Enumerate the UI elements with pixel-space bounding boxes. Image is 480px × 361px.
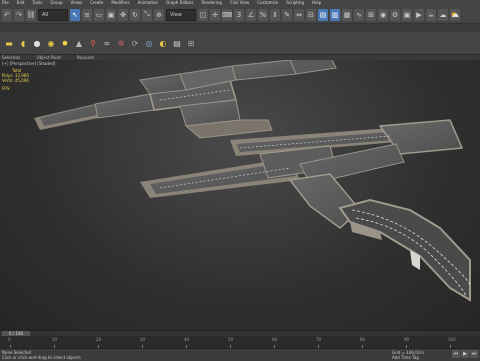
render-iterative-icon[interactable]: ☕ bbox=[426, 8, 436, 21]
snap-toggle-icon[interactable]: 3 bbox=[234, 8, 244, 21]
modifier-icon[interactable]: ⟳ bbox=[130, 38, 140, 48]
select-object-icon[interactable]: ↖ bbox=[70, 8, 80, 21]
system-icon[interactable]: ✲ bbox=[116, 38, 126, 48]
teapot-icon[interactable]: ◉ bbox=[46, 38, 56, 48]
scale-icon[interactable]: ⤡ bbox=[142, 8, 152, 21]
mirror-icon[interactable]: ⇔ bbox=[294, 8, 304, 21]
prompt-hint: Click or click-and-drag to select object… bbox=[2, 355, 81, 360]
status-bar: None Selected Click or click-and-drag to… bbox=[0, 348, 480, 361]
ribbon-toggle-icon[interactable]: ▦ bbox=[342, 8, 352, 21]
material-editor-icon[interactable]: ◉ bbox=[378, 8, 388, 21]
named-selection-icon[interactable]: ✎ bbox=[282, 8, 292, 21]
layer-explorer-icon[interactable]: ▥ bbox=[330, 8, 340, 21]
render-icon[interactable]: ▶ bbox=[414, 8, 424, 21]
spinner-snap-icon[interactable]: ⇕ bbox=[270, 8, 280, 21]
play-icon[interactable]: ▶ bbox=[461, 350, 469, 358]
undo-icon[interactable]: ↶ bbox=[2, 8, 12, 21]
upper-road-segment[interactable] bbox=[34, 60, 337, 139]
goto-start-icon[interactable]: ⏮ bbox=[452, 350, 460, 358]
main-toolbar: ↶ ↷ ⛓ All ↖ ≡ ▭ ▣ ✥ ↻ ⤡ ⊕ View ◫ ✛ ⌨ 3 ∠… bbox=[0, 6, 480, 24]
render-setup-icon[interactable]: ⚙ bbox=[390, 8, 400, 21]
link-icon[interactable]: ⛓ bbox=[26, 8, 36, 21]
material-icon[interactable]: ⊞ bbox=[186, 38, 196, 48]
window-crossing-icon[interactable]: ▣ bbox=[106, 8, 116, 21]
sphere-icon[interactable]: ● bbox=[32, 38, 42, 48]
timeline-tick-label: 60 bbox=[272, 337, 278, 342]
redo-icon[interactable]: ↷ bbox=[14, 8, 24, 21]
secondary-toolbar bbox=[0, 24, 480, 32]
display-icon[interactable]: ◎ bbox=[144, 38, 154, 48]
camera-icon[interactable]: ▲ bbox=[74, 38, 84, 48]
keyboard-shortcut-icon[interactable]: ⌨ bbox=[222, 8, 232, 21]
angle-snap-icon[interactable]: ∠ bbox=[246, 8, 256, 21]
rect-selection-icon[interactable]: ▭ bbox=[94, 8, 104, 21]
playback-controls: ⏮ ▶ ⏭ bbox=[452, 350, 478, 358]
space-warp-icon[interactable]: ≈ bbox=[102, 38, 112, 48]
pivot-icon[interactable]: ◫ bbox=[198, 8, 208, 21]
reference-coordinate-dropdown[interactable]: View bbox=[166, 8, 196, 21]
selection-filter-dropdown[interactable]: All bbox=[38, 8, 68, 21]
curve-editor-icon[interactable]: ∿ bbox=[354, 8, 364, 21]
road-network-model[interactable] bbox=[0, 60, 480, 330]
select-manipulate-icon[interactable]: ✛ bbox=[210, 8, 220, 21]
place-icon[interactable]: ⊕ bbox=[154, 8, 164, 21]
box-icon[interactable]: ▬ bbox=[4, 38, 14, 48]
helper-icon[interactable]: ⚲ bbox=[88, 38, 98, 48]
light-icon[interactable]: ✸ bbox=[60, 38, 70, 48]
align-icon[interactable]: ⊟ bbox=[306, 8, 316, 21]
schematic-view-icon[interactable]: ⊞ bbox=[366, 8, 376, 21]
timeline[interactable]: 0 10 20 30 40 50 60 70 80 90 100 bbox=[0, 336, 480, 348]
timeline-tick-label: 0 bbox=[8, 337, 11, 342]
render-in-cloud-icon[interactable]: ⛅ bbox=[450, 8, 460, 21]
perspective-viewport[interactable]: [+] [Perspective] [Shaded] Total Polys: … bbox=[0, 60, 480, 330]
ribbon-toolbar: ▬ ◖ ● ◉ ✸ ▲ ⚲ ≈ ✲ ⟳ ◎ ◐ ▤ ⊞ bbox=[0, 32, 480, 54]
add-time-tag[interactable]: Add Time Tag bbox=[392, 355, 419, 360]
goto-end-icon[interactable]: ⏭ bbox=[470, 350, 478, 358]
lower-road-segment[interactable] bbox=[140, 119, 471, 302]
timeline-tick-label: 90 bbox=[404, 337, 410, 342]
timeline-tick-label: 80 bbox=[360, 337, 366, 342]
move-icon[interactable]: ✥ bbox=[118, 8, 128, 21]
select-by-name-icon[interactable]: ≡ bbox=[82, 8, 92, 21]
scene-explorer-icon[interactable]: ▤ bbox=[318, 8, 328, 21]
utility-icon[interactable]: ◐ bbox=[158, 38, 168, 48]
timeline-tick-label: 70 bbox=[316, 337, 322, 342]
timeline-tick-label: 40 bbox=[184, 337, 190, 342]
rotate-icon[interactable]: ↻ bbox=[130, 8, 140, 21]
shape-icon[interactable]: ▤ bbox=[172, 38, 182, 48]
timeline-tick-label: 10 bbox=[52, 337, 58, 342]
cone-icon[interactable]: ◖ bbox=[18, 38, 28, 48]
timeline-tick-label: 100 bbox=[448, 337, 456, 342]
rendered-frame-icon[interactable]: ▣ bbox=[402, 8, 412, 21]
render-online-icon[interactable]: ☁ bbox=[438, 8, 448, 21]
timeline-tick-label: 20 bbox=[96, 337, 102, 342]
timeline-tick-label: 30 bbox=[140, 337, 146, 342]
percent-snap-icon[interactable]: % bbox=[258, 8, 268, 21]
timeline-tick-label: 50 bbox=[228, 337, 234, 342]
